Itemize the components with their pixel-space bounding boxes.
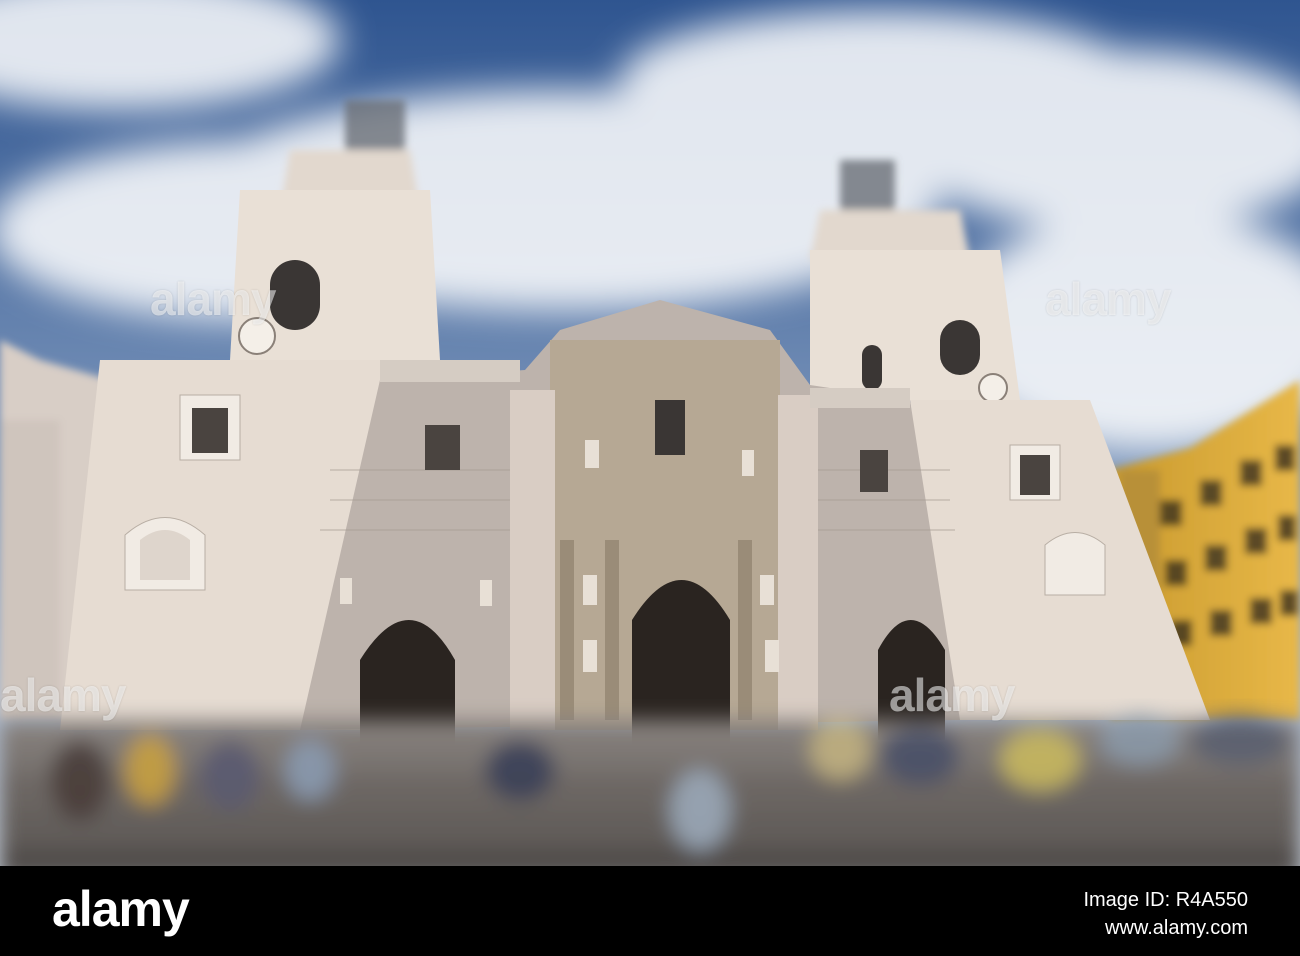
photo: alamy alamy alamy alamy	[0, 0, 1300, 866]
image-id: Image ID: R4A550	[1083, 889, 1248, 911]
foreground-steps	[0, 715, 1300, 866]
brand-logo: alamy	[52, 881, 190, 937]
watermark: alamy	[150, 273, 276, 325]
watermark: alamy	[889, 669, 1015, 721]
footer-bar: alamy Image ID: R4A550 www.alamy.com	[0, 866, 1300, 956]
footer-info: Image ID: R4A550 www.alamy.com	[1083, 886, 1248, 942]
watermark: alamy	[0, 669, 126, 721]
watermark: alamy	[1045, 273, 1171, 325]
site-url: www.alamy.com	[1105, 917, 1248, 939]
